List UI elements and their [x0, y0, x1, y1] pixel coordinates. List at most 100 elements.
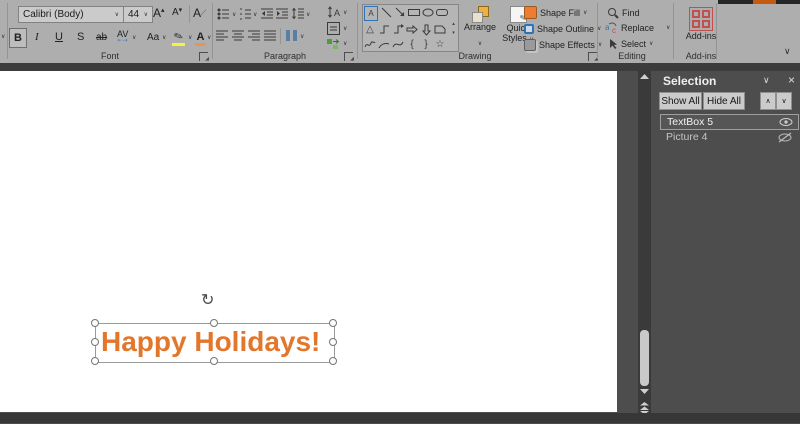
change-case-button[interactable]: Aa	[147, 28, 159, 46]
shape-curve-icon[interactable]	[391, 37, 405, 52]
shape-elbow-connector-icon[interactable]	[377, 22, 391, 37]
replace-button[interactable]: ac Replace ∨	[605, 21, 670, 34]
clear-formatting-button[interactable]: A ⟋	[193, 6, 206, 20]
strikethrough-button[interactable]: ab	[96, 28, 107, 46]
textbox-text[interactable]: Happy Holidays!	[96, 324, 334, 360]
shape-right-brace-icon[interactable]: }	[419, 37, 433, 52]
selection-item-textbox5[interactable]: TextBox 5	[660, 114, 799, 130]
align-left-button[interactable]	[216, 29, 229, 42]
numbering-button[interactable]	[239, 7, 252, 20]
scrollbar-thumb[interactable]	[640, 330, 649, 386]
chevron-down-icon[interactable]: ∨	[232, 12, 236, 18]
grow-font-button[interactable]: A ▴	[153, 6, 165, 20]
visibility-eye-off-icon[interactable]	[778, 131, 792, 143]
shape-text-box-icon[interactable]: A	[364, 6, 378, 21]
chevron-down-icon[interactable]: ∨	[300, 34, 304, 40]
resize-handle-top-center[interactable]	[210, 319, 218, 327]
drawing-dialog-launcher[interactable]	[588, 52, 598, 62]
shape-star-icon[interactable]: ☆	[433, 37, 447, 52]
italic-button[interactable]: I	[35, 28, 39, 46]
shape-arc-icon[interactable]	[377, 37, 391, 52]
shape-outline-button[interactable]: Shape Outline ∨	[524, 22, 601, 35]
shape-line-arrow-icon[interactable]	[393, 5, 407, 20]
replace-icon: ac	[605, 21, 617, 34]
chevron-down-icon[interactable]: ∨	[253, 12, 257, 18]
chevron-down-icon[interactable]: ∨	[306, 12, 310, 18]
shape-rounded-rectangle-icon[interactable]	[435, 5, 449, 20]
shape-down-arrow-icon[interactable]	[419, 22, 433, 37]
shape-gallery[interactable]: A △ { } ☆	[362, 4, 450, 52]
chevron-down-icon[interactable]: ∨	[343, 10, 347, 16]
change-case-letters: Aa	[147, 31, 160, 43]
chevron-down-icon[interactable]: ∨	[343, 41, 347, 47]
shape-line-icon[interactable]	[379, 5, 393, 20]
shape-oval-icon[interactable]	[421, 5, 435, 20]
shape-gallery-scroll[interactable]: ▴ ▾	[449, 4, 459, 52]
resize-handle-top-right[interactable]	[329, 319, 337, 327]
shape-triangle-icon[interactable]: △	[363, 22, 377, 37]
resize-handle-bottom-right[interactable]	[329, 357, 337, 365]
font-name-value: Calibri (Body)	[23, 9, 84, 20]
shape-fill-button[interactable]: Shape Fill ∨	[524, 6, 587, 19]
align-right-icon	[248, 30, 260, 41]
shape-right-arrow-icon[interactable]	[405, 22, 419, 37]
chevron-down-icon[interactable]: ∨	[1, 34, 5, 40]
collapse-ribbon-chevron-icon[interactable]: ∨	[784, 46, 791, 57]
resize-handle-middle-left[interactable]	[91, 338, 99, 346]
chevron-down-icon[interactable]: ∨	[132, 35, 136, 41]
slide-canvas[interactable]: ↻ Happy Holidays!	[0, 71, 617, 412]
selection-item-picture4[interactable]: Picture 4	[660, 130, 797, 144]
chevron-down-icon[interactable]: ∨	[188, 35, 192, 41]
scroll-up-arrow-icon[interactable]	[640, 74, 649, 80]
bold-button[interactable]: B	[9, 28, 27, 48]
convert-smartart-button[interactable]	[326, 37, 340, 50]
shape-corner-icon[interactable]	[433, 22, 447, 37]
justify-button[interactable]	[264, 29, 277, 42]
underline-button[interactable]: U	[55, 28, 63, 46]
font-name-combo[interactable]: Calibri (Body) ∨	[18, 6, 124, 23]
character-spacing-button[interactable]: AV ⇠⇢	[117, 27, 128, 45]
chevron-down-icon[interactable]: ∨	[162, 35, 166, 41]
line-spacing-button[interactable]	[292, 7, 305, 20]
shape-rectangle-icon[interactable]	[407, 5, 421, 20]
visibility-eye-icon[interactable]	[779, 117, 793, 127]
show-all-button[interactable]: Show All	[659, 92, 702, 110]
pane-close-icon[interactable]: ×	[788, 73, 795, 87]
shadow-button[interactable]: S	[77, 28, 84, 46]
chevron-down-icon[interactable]: ∨	[207, 35, 211, 41]
shape-effects-button[interactable]: Shape Effects ∨	[524, 38, 602, 51]
font-color-letter: A	[196, 30, 205, 43]
resize-handle-top-left[interactable]	[91, 319, 99, 327]
svg-text:A: A	[334, 8, 340, 18]
columns-button[interactable]	[285, 29, 298, 42]
send-backward-button[interactable]: ∨	[776, 92, 792, 110]
text-direction-button[interactable]: A	[327, 6, 341, 19]
hide-all-button[interactable]: Hide All	[703, 92, 745, 110]
select-button[interactable]: Select ∨	[607, 37, 653, 50]
resize-handle-middle-right[interactable]	[329, 338, 337, 346]
shrink-font-button[interactable]: A ▾	[172, 7, 182, 19]
shape-freeform-icon[interactable]	[363, 37, 377, 52]
bullets-button[interactable]	[217, 7, 230, 20]
scroll-down-arrow-icon[interactable]	[640, 389, 649, 395]
font-dialog-launcher[interactable]	[199, 52, 209, 62]
resize-handle-bottom-left[interactable]	[91, 357, 99, 365]
resize-handle-bottom-center[interactable]	[210, 357, 218, 365]
text-highlight-button[interactable]: ✎	[171, 27, 186, 46]
rotate-handle-icon[interactable]: ↻	[201, 293, 214, 309]
align-text-button[interactable]	[327, 22, 340, 35]
bring-forward-button[interactable]: ∧	[760, 92, 776, 110]
align-center-button[interactable]	[232, 29, 245, 42]
shape-left-brace-icon[interactable]: {	[405, 37, 419, 52]
shape-elbow-arrow-connector-icon[interactable]	[391, 22, 405, 37]
chevron-down-icon[interactable]: ∨	[343, 26, 347, 32]
decrease-indent-button[interactable]	[261, 7, 274, 20]
pane-chevron-down-icon[interactable]: ∨	[763, 75, 770, 86]
arrange-button[interactable]: Arrange ∨	[462, 4, 498, 52]
find-button[interactable]: Find	[607, 6, 640, 19]
font-size-combo[interactable]: 44 ∨	[123, 6, 153, 23]
paragraph-dialog-launcher[interactable]	[344, 52, 354, 62]
align-right-button[interactable]	[248, 29, 261, 42]
increase-indent-button[interactable]	[276, 7, 289, 20]
font-color-button[interactable]: A	[194, 27, 207, 46]
